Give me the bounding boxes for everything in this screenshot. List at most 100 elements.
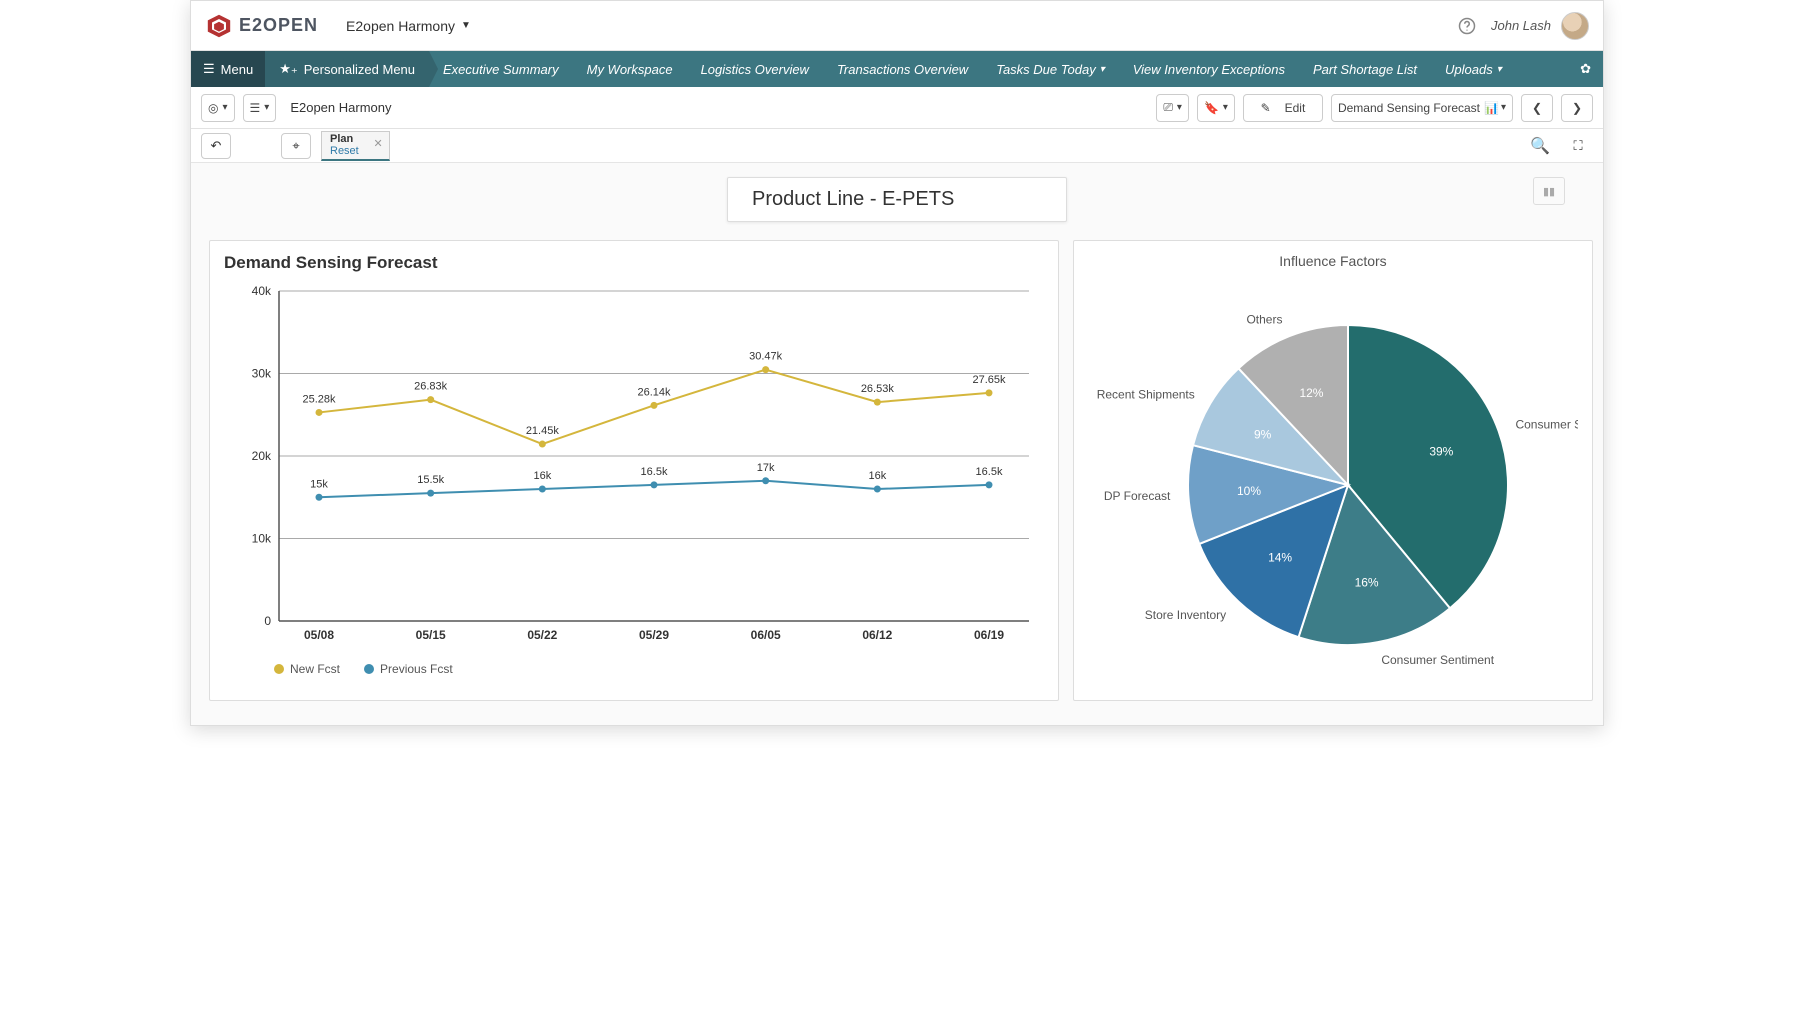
line-chart-panel: Demand Sensing Forecast 0 10k 20k 30k 40k 05/…	[209, 240, 1059, 701]
edit-button[interactable]: ✎ Edit	[1243, 94, 1323, 122]
search-button[interactable]: 🔍	[1525, 133, 1555, 159]
nav-item-1[interactable]: My Workspace	[573, 51, 687, 87]
svg-text:16.5k: 16.5k	[976, 466, 1003, 478]
fullscreen-icon: ⛶	[1573, 138, 1582, 154]
svg-text:Others: Others	[1246, 312, 1282, 326]
svg-text:26.83k: 26.83k	[414, 381, 448, 393]
svg-text:26.53k: 26.53k	[861, 383, 895, 395]
svg-text:21.45k: 21.45k	[526, 425, 560, 437]
nav-item-7[interactable]: Uploads▾	[1431, 51, 1516, 87]
svg-text:Consumer Sa...: Consumer Sa...	[1515, 418, 1578, 432]
view-selector[interactable]: Demand Sensing Forecast 📊▾	[1331, 94, 1513, 122]
nav-item-3[interactable]: Transactions Overview	[823, 51, 982, 87]
legend-label: New Fcst	[290, 662, 340, 676]
nav-item-label: Logistics Overview	[701, 62, 809, 77]
svg-text:26.14k: 26.14k	[637, 386, 671, 398]
svg-text:16%: 16%	[1355, 575, 1379, 589]
nav-item-2[interactable]: Logistics Overview	[687, 51, 823, 87]
page-title: Product Line - E-PETS	[727, 177, 1067, 222]
svg-text:10k: 10k	[252, 532, 272, 546]
svg-text:Recent Shipments: Recent Shipments	[1097, 387, 1195, 401]
target-cancel-button[interactable]: ⌖	[281, 133, 311, 159]
star-icon: ★₊	[279, 61, 298, 77]
edit-label: Edit	[1285, 101, 1306, 115]
svg-text:05/15: 05/15	[416, 628, 446, 642]
chevron-down-icon: ▾	[1497, 64, 1502, 75]
nav-item-label: My Workspace	[587, 62, 673, 77]
svg-text:16.5k: 16.5k	[641, 466, 668, 478]
close-icon[interactable]: ✕	[374, 138, 383, 150]
legend-item[interactable]: New Fcst	[274, 662, 340, 676]
svg-text:40k: 40k	[252, 284, 272, 298]
bookmark-dropdown[interactable]: 🔖▾	[1197, 94, 1235, 122]
pie-chart-title: Influence Factors	[1088, 253, 1578, 269]
svg-text:20k: 20k	[252, 449, 272, 463]
svg-text:Store Inventory: Store Inventory	[1145, 608, 1226, 622]
nav-item-4[interactable]: Tasks Due Today▾	[982, 51, 1119, 87]
bookmark-icon: 🔖	[1204, 101, 1219, 115]
help-icon[interactable]	[1453, 12, 1481, 40]
compass-dropdown[interactable]: ◎▾	[201, 94, 235, 122]
svg-text:25.28k: 25.28k	[302, 393, 336, 405]
nav-item-label: View Inventory Exceptions	[1133, 62, 1285, 77]
svg-text:0: 0	[264, 614, 271, 628]
svg-text:39%: 39%	[1429, 444, 1453, 458]
pie-chart-panel: Influence Factors 39%Consumer Sa...16%Co…	[1073, 240, 1593, 701]
nav-item-0[interactable]: Executive Summary	[429, 51, 573, 87]
nav-item-5[interactable]: View Inventory Exceptions	[1119, 51, 1299, 87]
plan-tab[interactable]: Plan Reset ✕	[321, 131, 390, 161]
svg-text:06/12: 06/12	[862, 628, 892, 642]
line-chart-title: Demand Sensing Forecast	[224, 253, 1044, 273]
svg-text:15k: 15k	[310, 478, 328, 490]
prev-button[interactable]: ❮	[1521, 94, 1553, 122]
svg-text:30.47k: 30.47k	[749, 351, 783, 363]
target-cancel-icon: ⌖	[292, 138, 299, 154]
topbar: E2OPEN E2open Harmony ▼ John Lash	[191, 1, 1603, 51]
line-chart-legend: New Fcst Previous Fcst	[224, 654, 1044, 676]
personalized-menu-label: Personalized Menu	[304, 62, 415, 77]
legend-dot-icon	[274, 664, 284, 674]
svg-text:06/19: 06/19	[974, 628, 1004, 642]
menu-button[interactable]: ☰ Menu	[191, 51, 265, 87]
hamburger-icon: ☰	[203, 61, 215, 77]
brand-name: E2OPEN	[239, 15, 318, 36]
svg-text:05/22: 05/22	[527, 628, 557, 642]
svg-text:05/29: 05/29	[639, 628, 669, 642]
chevron-left-icon: ❮	[1532, 101, 1542, 115]
list-dropdown[interactable]: ☰▾	[243, 94, 277, 122]
svg-text:14%: 14%	[1268, 550, 1292, 564]
pause-button[interactable]: ▮▮	[1533, 177, 1565, 205]
svg-text:05/08: 05/08	[304, 628, 334, 642]
chevron-down-icon: ▾	[1100, 64, 1105, 75]
nav-item-label: Executive Summary	[443, 62, 559, 77]
back-arrow-icon: ↶	[211, 138, 222, 154]
svg-text:30k: 30k	[252, 367, 272, 381]
next-button[interactable]: ❯	[1561, 94, 1593, 122]
line-chart: 0 10k 20k 30k 40k 05/08 05/15 05/22 05/29 06/05 06…	[224, 281, 1044, 651]
nav-item-6[interactable]: Part Shortage List	[1299, 51, 1431, 87]
screen-dropdown[interactable]: ⎚▾	[1156, 94, 1189, 122]
svg-text:06/05: 06/05	[751, 628, 781, 642]
user-name: John Lash	[1491, 18, 1551, 33]
svg-text:16k: 16k	[533, 470, 551, 482]
plan-strip: ↶ ⌖ Plan Reset ✕ 🔍 ⛶	[191, 129, 1603, 163]
fullscreen-button[interactable]: ⛶	[1563, 133, 1593, 159]
svg-text:15.5k: 15.5k	[417, 474, 444, 486]
view-name: Demand Sensing Forecast	[1338, 101, 1480, 115]
chevron-down-icon: ▼	[461, 20, 471, 31]
settings-button[interactable]: ✿	[1568, 51, 1603, 87]
svg-text:9%: 9%	[1254, 428, 1272, 442]
gear-icon: ✿	[1580, 61, 1591, 77]
chevron-right-icon: ❯	[1572, 101, 1582, 115]
app-switcher[interactable]: E2open Harmony ▼	[346, 18, 471, 34]
pencil-icon: ✎	[1261, 101, 1271, 115]
legend-label: Previous Fcst	[380, 662, 453, 676]
compass-icon: ◎	[208, 101, 218, 115]
personalized-menu-button[interactable]: ★₊ Personalized Menu	[265, 51, 429, 87]
back-arrow-button[interactable]: ↶	[201, 133, 231, 159]
pause-icon: ▮▮	[1543, 185, 1555, 198]
plan-tab-title: Plan	[330, 133, 359, 145]
brand-logo: E2OPEN	[205, 12, 318, 40]
legend-item[interactable]: Previous Fcst	[364, 662, 453, 676]
avatar[interactable]	[1561, 12, 1589, 40]
